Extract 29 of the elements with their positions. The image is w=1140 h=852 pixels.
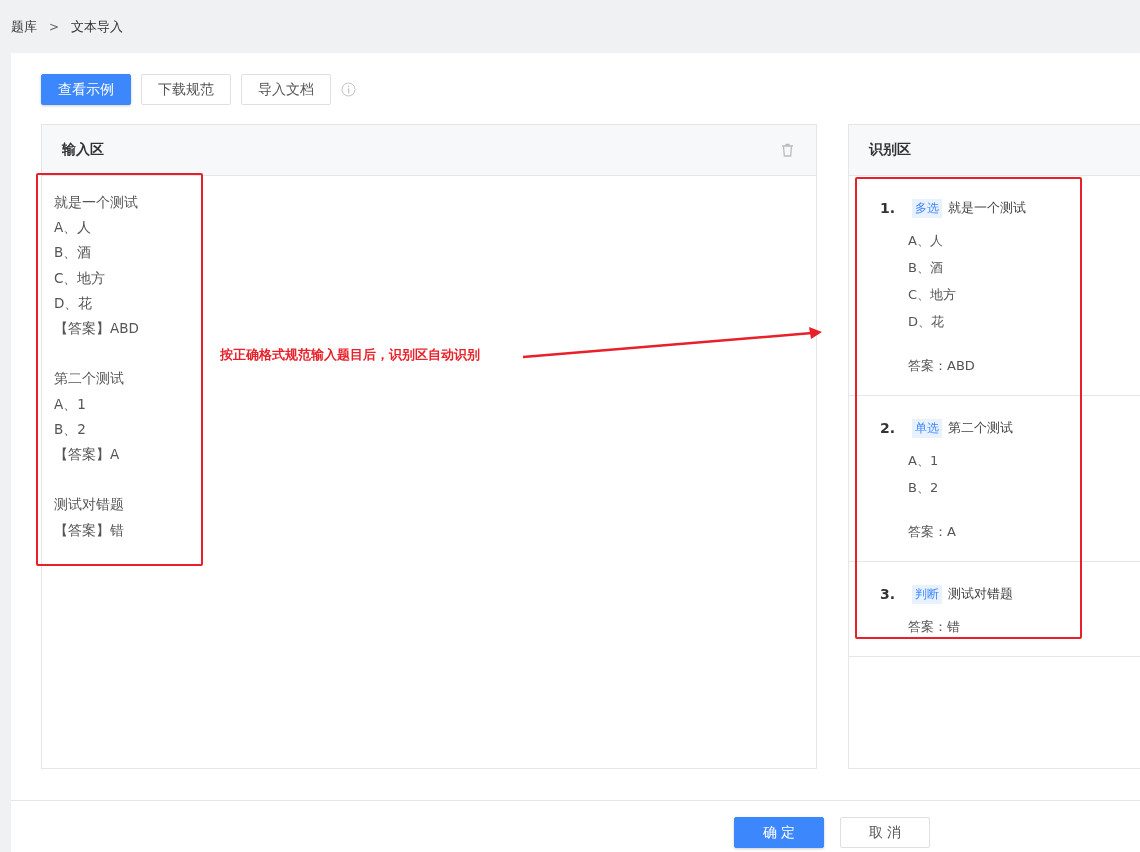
question-option: B、酒 [908, 259, 1140, 277]
question-option: B、2 [908, 479, 1140, 497]
question-option: C、地方 [908, 286, 1140, 304]
question-answer: 答案：ABD [908, 357, 976, 375]
annotation-text: 按正确格式规范输入题目后，识别区自动识别 [220, 347, 480, 364]
question-type-tag: 单选 [912, 418, 942, 438]
breadcrumb-item[interactable]: 题库 [11, 17, 37, 36]
question-text: 第二个测试 [948, 419, 1013, 437]
question-option: A、1 [908, 452, 1140, 470]
question-number: 2. [880, 420, 897, 436]
question-option: A、人 [908, 232, 1140, 250]
question-number: 1. [880, 200, 897, 216]
question-type-tag: 多选 [912, 198, 942, 218]
toolbar-button[interactable]: 下载规范 [141, 74, 231, 105]
question-answer: 答案：A [908, 523, 957, 541]
breadcrumb-item[interactable]: 文本导入 [71, 17, 124, 36]
question-text: 测试对错题 [948, 585, 1013, 603]
toolbar-button[interactable]: 导入文档 [241, 74, 331, 105]
question-text: 就是一个测试 [948, 199, 1026, 217]
question-number: 3. [880, 586, 897, 602]
question-type-tag: 判断 [912, 584, 942, 604]
breadcrumb-separator: > [49, 19, 60, 34]
panel-title: 识别区 [869, 141, 911, 159]
trash-icon[interactable] [781, 143, 794, 157]
question-option: D、花 [908, 313, 1140, 331]
panel-title: 输入区 [62, 141, 104, 159]
question-answer: 答案：错 [908, 618, 961, 636]
info-icon[interactable] [341, 82, 356, 97]
footer-button[interactable]: 取 消 [840, 817, 930, 848]
